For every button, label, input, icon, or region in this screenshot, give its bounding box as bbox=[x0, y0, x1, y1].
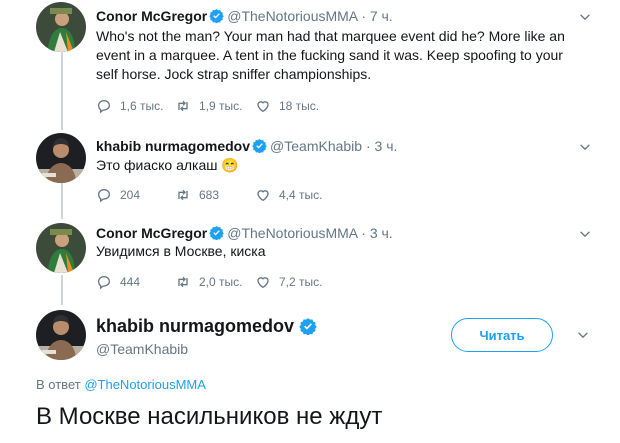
reply-icon bbox=[96, 187, 112, 203]
like-count: 7,2 тыс. bbox=[279, 275, 323, 289]
author-handle[interactable]: @TeamKhabib bbox=[96, 341, 320, 357]
tweet-text: Who's not the man? Your man had that mar… bbox=[96, 28, 565, 82]
like-button[interactable]: 18 тыс. bbox=[255, 98, 319, 114]
retweet-icon bbox=[175, 187, 191, 203]
author-name[interactable]: khabib nurmagomedov bbox=[96, 316, 294, 336]
reply-count: 1,6 тыс. bbox=[120, 99, 164, 113]
tweet-time[interactable]: · 7 ч. bbox=[361, 8, 392, 24]
chevron-down-icon[interactable] bbox=[576, 328, 590, 342]
verified-icon bbox=[209, 225, 224, 240]
reply-icon bbox=[96, 274, 112, 290]
tweet-text-body: Это фиаско алкаш bbox=[96, 157, 218, 173]
reply-count: 444 bbox=[120, 275, 141, 289]
tweet-header: Conor McGregor @TheNotoriousMMA · 7 ч. bbox=[96, 8, 393, 24]
retweet-count: 2,0 тыс. bbox=[199, 275, 243, 289]
grin-emoji-icon: 😁 bbox=[221, 157, 239, 173]
avatar[interactable] bbox=[36, 223, 86, 273]
retweet-icon bbox=[175, 98, 191, 114]
like-count: 18 тыс. bbox=[279, 99, 320, 113]
reply-context: В ответ @TheNotoriousMMA bbox=[36, 377, 206, 392]
main-tweet-header: khabib nurmagomedov @TeamKhabib bbox=[96, 316, 320, 357]
retweet-button[interactable]: 1,9 тыс. bbox=[175, 98, 242, 114]
reply-icon bbox=[96, 98, 112, 114]
follow-button[interactable]: Читать bbox=[451, 318, 553, 352]
tweet-header: Conor McGregor @TheNotoriousMMA · 3 ч. bbox=[96, 225, 393, 241]
retweet-icon bbox=[175, 274, 191, 290]
retweet-count: 1,9 тыс. bbox=[199, 99, 243, 113]
reply-handle-link[interactable]: @TheNotoriousMMA bbox=[84, 377, 206, 392]
avatar[interactable] bbox=[36, 133, 86, 183]
reply-button[interactable]: 204 bbox=[96, 187, 140, 203]
verified-icon bbox=[299, 317, 317, 335]
reply-count: 204 bbox=[120, 188, 141, 202]
author-name[interactable]: Conor McGregor bbox=[96, 225, 207, 241]
verified-icon bbox=[209, 8, 224, 23]
tweet-text: Увидимся в Москве, киска bbox=[96, 243, 266, 259]
main-tweet-text: В Москве насильников не ждут bbox=[36, 403, 383, 430]
chevron-down-icon[interactable] bbox=[578, 140, 592, 154]
retweet-count: 683 bbox=[199, 188, 220, 202]
author-name[interactable]: khabib nurmagomedov bbox=[96, 138, 250, 154]
author-name[interactable]: Conor McGregor bbox=[96, 8, 207, 24]
thread-connector bbox=[61, 275, 63, 305]
chevron-down-icon[interactable] bbox=[578, 10, 592, 24]
thread-connector bbox=[61, 181, 63, 219]
like-button[interactable]: 7,2 тыс. bbox=[255, 274, 322, 290]
like-button[interactable]: 4,4 тыс. bbox=[255, 187, 322, 203]
reply-button[interactable]: 1,6 тыс. bbox=[96, 98, 163, 114]
author-handle[interactable]: @TheNotoriousMMA bbox=[227, 225, 357, 241]
verified-icon bbox=[252, 138, 267, 153]
heart-icon bbox=[255, 274, 271, 290]
heart-icon bbox=[255, 98, 271, 114]
avatar[interactable] bbox=[36, 2, 86, 52]
author-handle[interactable]: @TheNotoriousMMA bbox=[227, 8, 357, 24]
reply-prefix: В ответ bbox=[36, 377, 81, 392]
tweet-text: Это фиаско алкаш 😁 bbox=[96, 156, 586, 175]
thread-connector bbox=[61, 40, 63, 130]
retweet-button[interactable]: 2,0 тыс. bbox=[175, 274, 242, 290]
tweet-header: khabib nurmagomedov @TeamKhabib · 3 ч. bbox=[96, 138, 397, 154]
heart-icon bbox=[255, 187, 271, 203]
avatar[interactable] bbox=[36, 310, 86, 360]
retweet-button[interactable]: 683 bbox=[175, 187, 219, 203]
tweet-time[interactable]: · 3 ч. bbox=[361, 225, 392, 241]
author-handle[interactable]: @TeamKhabib bbox=[270, 138, 362, 154]
reply-button[interactable]: 444 bbox=[96, 274, 140, 290]
tweet-time[interactable]: · 3 ч. bbox=[366, 138, 397, 154]
chevron-down-icon[interactable] bbox=[578, 227, 592, 241]
like-count: 4,4 тыс. bbox=[279, 188, 323, 202]
